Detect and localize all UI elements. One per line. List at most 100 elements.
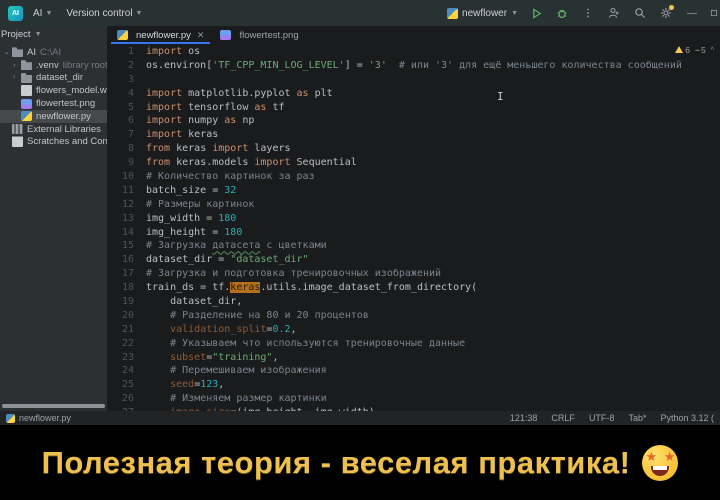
- tree-item--venv[interactable]: ›.venvlibrary root: [0, 59, 107, 72]
- code-token: Sequential: [291, 157, 357, 168]
- line-number: 1: [109, 46, 146, 60]
- code-line[interactable]: 5import tensorflow as tf: [109, 102, 720, 116]
- close-icon[interactable]: ✕: [197, 30, 205, 41]
- statusbar: newflower.py 121:38 CRLF UTF-8 Tab* Python 3…: [0, 411, 720, 425]
- chevron-down-icon: ▼: [511, 10, 518, 17]
- code-token: [146, 393, 170, 404]
- statusbar-widget[interactable]: UTF-8: [589, 413, 615, 423]
- code-line[interactable]: 7import keras: [109, 129, 720, 143]
- code-line[interactable]: 6import numpy as np: [109, 115, 720, 129]
- code-line[interactable]: 20 # Разделение на 80 и 20 процентов: [109, 310, 720, 324]
- code-text: train_ds = tf.keras.utils.image_dataset_…: [146, 282, 477, 296]
- tree-item-newflower-py[interactable]: newflower.py: [0, 110, 107, 123]
- code-line[interactable]: 12# Размеры картинок: [109, 199, 720, 213]
- menu-project[interactable]: AI ▼: [29, 6, 56, 21]
- ide-body: Project ▼ ⌄AIC:\AI›.venvlibrary root›dat…: [0, 26, 720, 411]
- statusbar-widget[interactable]: Python 3.12 (: [660, 413, 714, 423]
- code-line[interactable]: 19 dataset_dir,: [109, 296, 720, 310]
- code-line[interactable]: 8from keras import layers: [109, 143, 720, 157]
- code-line[interactable]: 4import matplotlib.pyplot as plt: [109, 88, 720, 102]
- inspections-widget[interactable]: 6 ~5 ^: [675, 45, 714, 55]
- code-text: # Указываем что используются тренировочн…: [146, 338, 465, 352]
- code-line[interactable]: 22 # Указываем что используются трениров…: [109, 338, 720, 352]
- code-token: np: [236, 115, 254, 126]
- code-token: img_height =: [146, 227, 224, 238]
- tree-item-hint: library root: [63, 60, 108, 71]
- code-text: import os: [146, 46, 200, 60]
- code-token: keras.models: [170, 157, 254, 168]
- tree-item-flowertest-png[interactable]: flowertest.png: [0, 97, 107, 110]
- search-icon[interactable]: [632, 5, 648, 21]
- run-button[interactable]: [528, 5, 544, 21]
- more-options-icon[interactable]: ⋮: [580, 5, 596, 21]
- statusbar-file[interactable]: newflower.py: [6, 413, 71, 423]
- app-logo-icon[interactable]: AI: [8, 6, 23, 21]
- code-line[interactable]: 2os.environ['TF_CPP_MIN_LOG_LEVEL'] = '3…: [109, 60, 720, 74]
- statusbar-widget[interactable]: 121:38: [510, 413, 538, 423]
- project-panel-header[interactable]: Project ▼: [0, 26, 107, 43]
- code-text: os.environ['TF_CPP_MIN_LOG_LEVEL'] = '3'…: [146, 60, 682, 74]
- line-number: 15: [109, 240, 146, 254]
- line-number: 8: [109, 143, 146, 157]
- line-number: 11: [109, 185, 146, 199]
- tree-item-scratches-and-consoles[interactable]: Scratches and Consoles: [0, 136, 107, 149]
- code-text: import matplotlib.pyplot as plt: [146, 88, 333, 102]
- code-token: # или '3' для ещё меньшего количества со…: [399, 60, 682, 71]
- menu-project-label: AI: [33, 8, 42, 19]
- code-token: # Количество картинок за раз: [146, 171, 315, 182]
- tab-flowertest-png[interactable]: flowertest.png: [212, 26, 306, 44]
- line-number: 17: [109, 268, 146, 282]
- code-line[interactable]: 1import os: [109, 46, 720, 60]
- banner-text: Полезная теория - веселая практика!: [42, 445, 631, 481]
- code-line[interactable]: 13img_width = 180: [109, 213, 720, 227]
- tree-chevron-icon[interactable]: ⌄: [4, 48, 12, 56]
- code-token: ,: [291, 324, 297, 335]
- code-line[interactable]: 17# Загрузка и подготовка тренировочных …: [109, 268, 720, 282]
- project-panel-title: Project: [1, 29, 31, 40]
- collapse-icon[interactable]: ^: [711, 47, 714, 54]
- code-line[interactable]: 3: [109, 74, 720, 88]
- code-editor[interactable]: 6 ~5 ^ 1import os2os.environ['TF_CPP_MIN…: [109, 44, 720, 411]
- tree-item-ai[interactable]: ⌄AIC:\AI: [0, 46, 107, 59]
- code-line[interactable]: 26 # Изменяем размер картинки: [109, 393, 720, 407]
- code-line[interactable]: 15# Загрузка датасета с цветками: [109, 240, 720, 254]
- tab-newflower-py[interactable]: newflower.py✕: [109, 26, 212, 44]
- code-token: [146, 365, 170, 376]
- code-line[interactable]: 11batch_size = 32: [109, 185, 720, 199]
- tree-chevron-icon[interactable]: ›: [13, 74, 21, 81]
- minimize-icon[interactable]: —: [684, 5, 700, 21]
- maximize-icon[interactable]: [710, 5, 718, 21]
- code-line[interactable]: 10# Количество картинок за раз: [109, 171, 720, 185]
- tree-item-dataset-dir[interactable]: ›dataset_dir: [0, 72, 107, 85]
- tree-chevron-icon[interactable]: ›: [13, 62, 21, 69]
- code-line[interactable]: 18train_ds = tf.keras.utils.image_datase…: [109, 282, 720, 296]
- statusbar-widget[interactable]: Tab*: [628, 413, 646, 423]
- code-line[interactable]: 14img_height = 180: [109, 227, 720, 241]
- chevron-down-icon: ▼: [45, 10, 52, 17]
- code-line[interactable]: 24 # Перемешиваем изображения: [109, 365, 720, 379]
- statusbar-widget[interactable]: CRLF: [551, 413, 575, 423]
- code-token: import: [212, 143, 248, 154]
- tree-item-external-libraries[interactable]: External Libraries: [0, 123, 107, 136]
- code-text: # Загрузка и подготовка тренировочных из…: [146, 268, 441, 282]
- tree-item-flowers-model-weights-h5[interactable]: flowers_model.weights.h5: [0, 84, 107, 97]
- settings-gear-icon[interactable]: [658, 5, 674, 21]
- code-line[interactable]: 9from keras.models import Sequential: [109, 157, 720, 171]
- add-user-icon[interactable]: [606, 5, 622, 21]
- code-token: dataset_dir =: [146, 254, 230, 265]
- code-token: tensorflow: [182, 102, 254, 113]
- menu-version-control[interactable]: Version control ▼: [62, 6, 146, 21]
- code-token: batch_size =: [146, 185, 224, 196]
- code-token: os: [182, 46, 200, 57]
- debug-icon[interactable]: [554, 5, 570, 21]
- horizontal-scrollbar[interactable]: [2, 404, 105, 408]
- code-line[interactable]: 23 subset="training",: [109, 352, 720, 366]
- code-line[interactable]: 16dataset_dir = "dataset_dir": [109, 254, 720, 268]
- code-line[interactable]: 25 seed=123,: [109, 379, 720, 393]
- code-token: import: [146, 88, 182, 99]
- run-configuration[interactable]: newflower ▼: [447, 8, 518, 19]
- code-token: [146, 310, 170, 321]
- code-line[interactable]: 21 validation_split=0.2,: [109, 324, 720, 338]
- libs-icon: [12, 124, 23, 134]
- notification-dot: [669, 5, 674, 10]
